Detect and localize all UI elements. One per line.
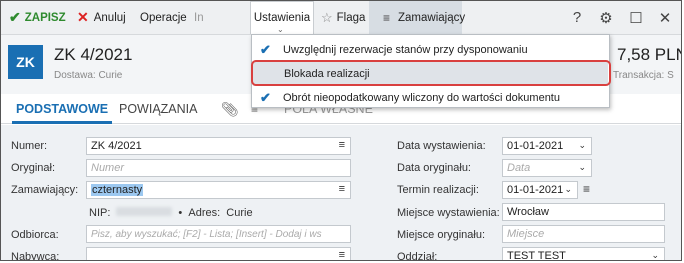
- issue-place-label: Miejsce wystawienia:: [397, 207, 500, 219]
- document-type-badge: ZK: [8, 45, 43, 79]
- flag-button[interactable]: ☆ Flaga: [321, 1, 365, 34]
- menu-item-reservations[interactable]: ✔ Uwzględnij rezerwacje stanów przy dyspo…: [252, 38, 609, 62]
- hamburger-icon: ≡: [383, 10, 391, 25]
- ordering-party-button[interactable]: ≡ Zamawiający: [369, 1, 465, 34]
- menu-item-block-realization[interactable]: Blokada realizacji: [253, 62, 608, 86]
- original-label: Oryginał:: [11, 162, 56, 174]
- issue-date-label: Data wystawienia:: [397, 140, 486, 152]
- check-icon: ✔: [9, 9, 21, 25]
- redacted-nip: [116, 207, 173, 216]
- buyer-field[interactable]: ≡: [86, 247, 351, 260]
- orderer-label: Zamawiający:: [11, 184, 79, 196]
- chevron-down-icon[interactable]: ⌄: [578, 162, 586, 173]
- due-date-field[interactable]: 01-01-2021 ⌄: [502, 181, 578, 199]
- close-window-icon[interactable]: ✕: [655, 1, 675, 34]
- number-field[interactable]: ZK 4/2021 ≡: [86, 137, 351, 155]
- chevron-down-icon[interactable]: ⌄: [564, 184, 572, 195]
- save-button[interactable]: ✔ ZAPISZ: [9, 1, 66, 34]
- page-title: ZK 4/2021: [54, 45, 133, 64]
- chevron-down-icon[interactable]: ⌄: [578, 140, 586, 151]
- settings-dropdown-menu: ✔ Uwzględnij rezerwacje stanów przy dyspo…: [251, 34, 610, 108]
- original-number-field[interactable]: Numer: [86, 159, 351, 177]
- checkmark-icon: ✔: [260, 42, 271, 57]
- issue-date-field[interactable]: 01-01-2021 ⌄: [502, 137, 592, 155]
- original-place-label: Miejsce oryginału:: [397, 229, 486, 241]
- gear-icon[interactable]: ⚙: [596, 1, 616, 34]
- recipient-search-field[interactable]: Pisz, aby wyszukać; [F2] - Lista; [Inser…: [86, 225, 351, 243]
- chevron-down-icon: ⌄: [277, 25, 284, 34]
- cancel-button[interactable]: ✕ Anuluj: [77, 1, 126, 34]
- checkmark-icon: ✔: [260, 90, 271, 105]
- nip-line: NIP: • Adres: Curie: [89, 207, 253, 219]
- tab-relations[interactable]: POWIĄZANIA: [119, 95, 197, 123]
- form-area: Numer: ZK 4/2021 ≡ Oryginał: Numer Zamawi…: [1, 125, 681, 261]
- recipient-label: Odbiorca:: [11, 229, 59, 241]
- delivery-subtitle: Dostawa: Curie: [54, 70, 123, 81]
- toolbar: ✔ ZAPISZ ✕ Anuluj Operacje In Ustawienia ⌄…: [1, 1, 681, 35]
- menu-item-untaxed-turnover[interactable]: ✔ Obrót nieopodatkowany wliczony do warto…: [252, 86, 609, 110]
- document-amount: 7,58 PLN: [617, 45, 682, 64]
- document-window: ✔ ZAPISZ ✕ Anuluj Operacje In Ustawienia ⌄…: [0, 0, 682, 261]
- orderer-field[interactable]: czternasty ≡: [86, 181, 351, 199]
- buyer-label: Nabywca:: [11, 251, 60, 261]
- maximize-icon[interactable]: ☐: [626, 1, 646, 34]
- paperclip-icon[interactable]: 📎︎: [221, 95, 239, 123]
- due-date-label: Termin realizacji:: [397, 184, 479, 196]
- transaction-label: Transakcja: S: [613, 70, 674, 81]
- star-icon: ☆: [321, 9, 333, 25]
- menu-icon[interactable]: ≡: [339, 183, 345, 195]
- number-label: Numer:: [11, 140, 48, 152]
- menu-icon[interactable]: ≡: [583, 182, 590, 196]
- branch-select[interactable]: TEST TEST ⌄: [502, 247, 665, 260]
- original-date-field[interactable]: Data ⌄: [502, 159, 592, 177]
- branch-label: Oddział:: [397, 251, 438, 261]
- hidden-menu-item[interactable]: In: [194, 1, 204, 34]
- help-icon[interactable]: ?: [567, 1, 587, 34]
- tab-basic[interactable]: PODSTAWOWE: [11, 95, 113, 124]
- issue-place-field[interactable]: Wrocław: [502, 203, 665, 221]
- operations-menu[interactable]: Operacje: [140, 1, 187, 34]
- close-icon: ✕: [77, 9, 89, 25]
- menu-icon[interactable]: ≡: [339, 249, 345, 260]
- chevron-down-icon[interactable]: ⌄: [651, 250, 659, 260]
- original-place-field[interactable]: Miejsce: [502, 225, 665, 243]
- menu-icon[interactable]: ≡: [339, 139, 345, 151]
- original-date-label: Data oryginału:: [397, 162, 471, 174]
